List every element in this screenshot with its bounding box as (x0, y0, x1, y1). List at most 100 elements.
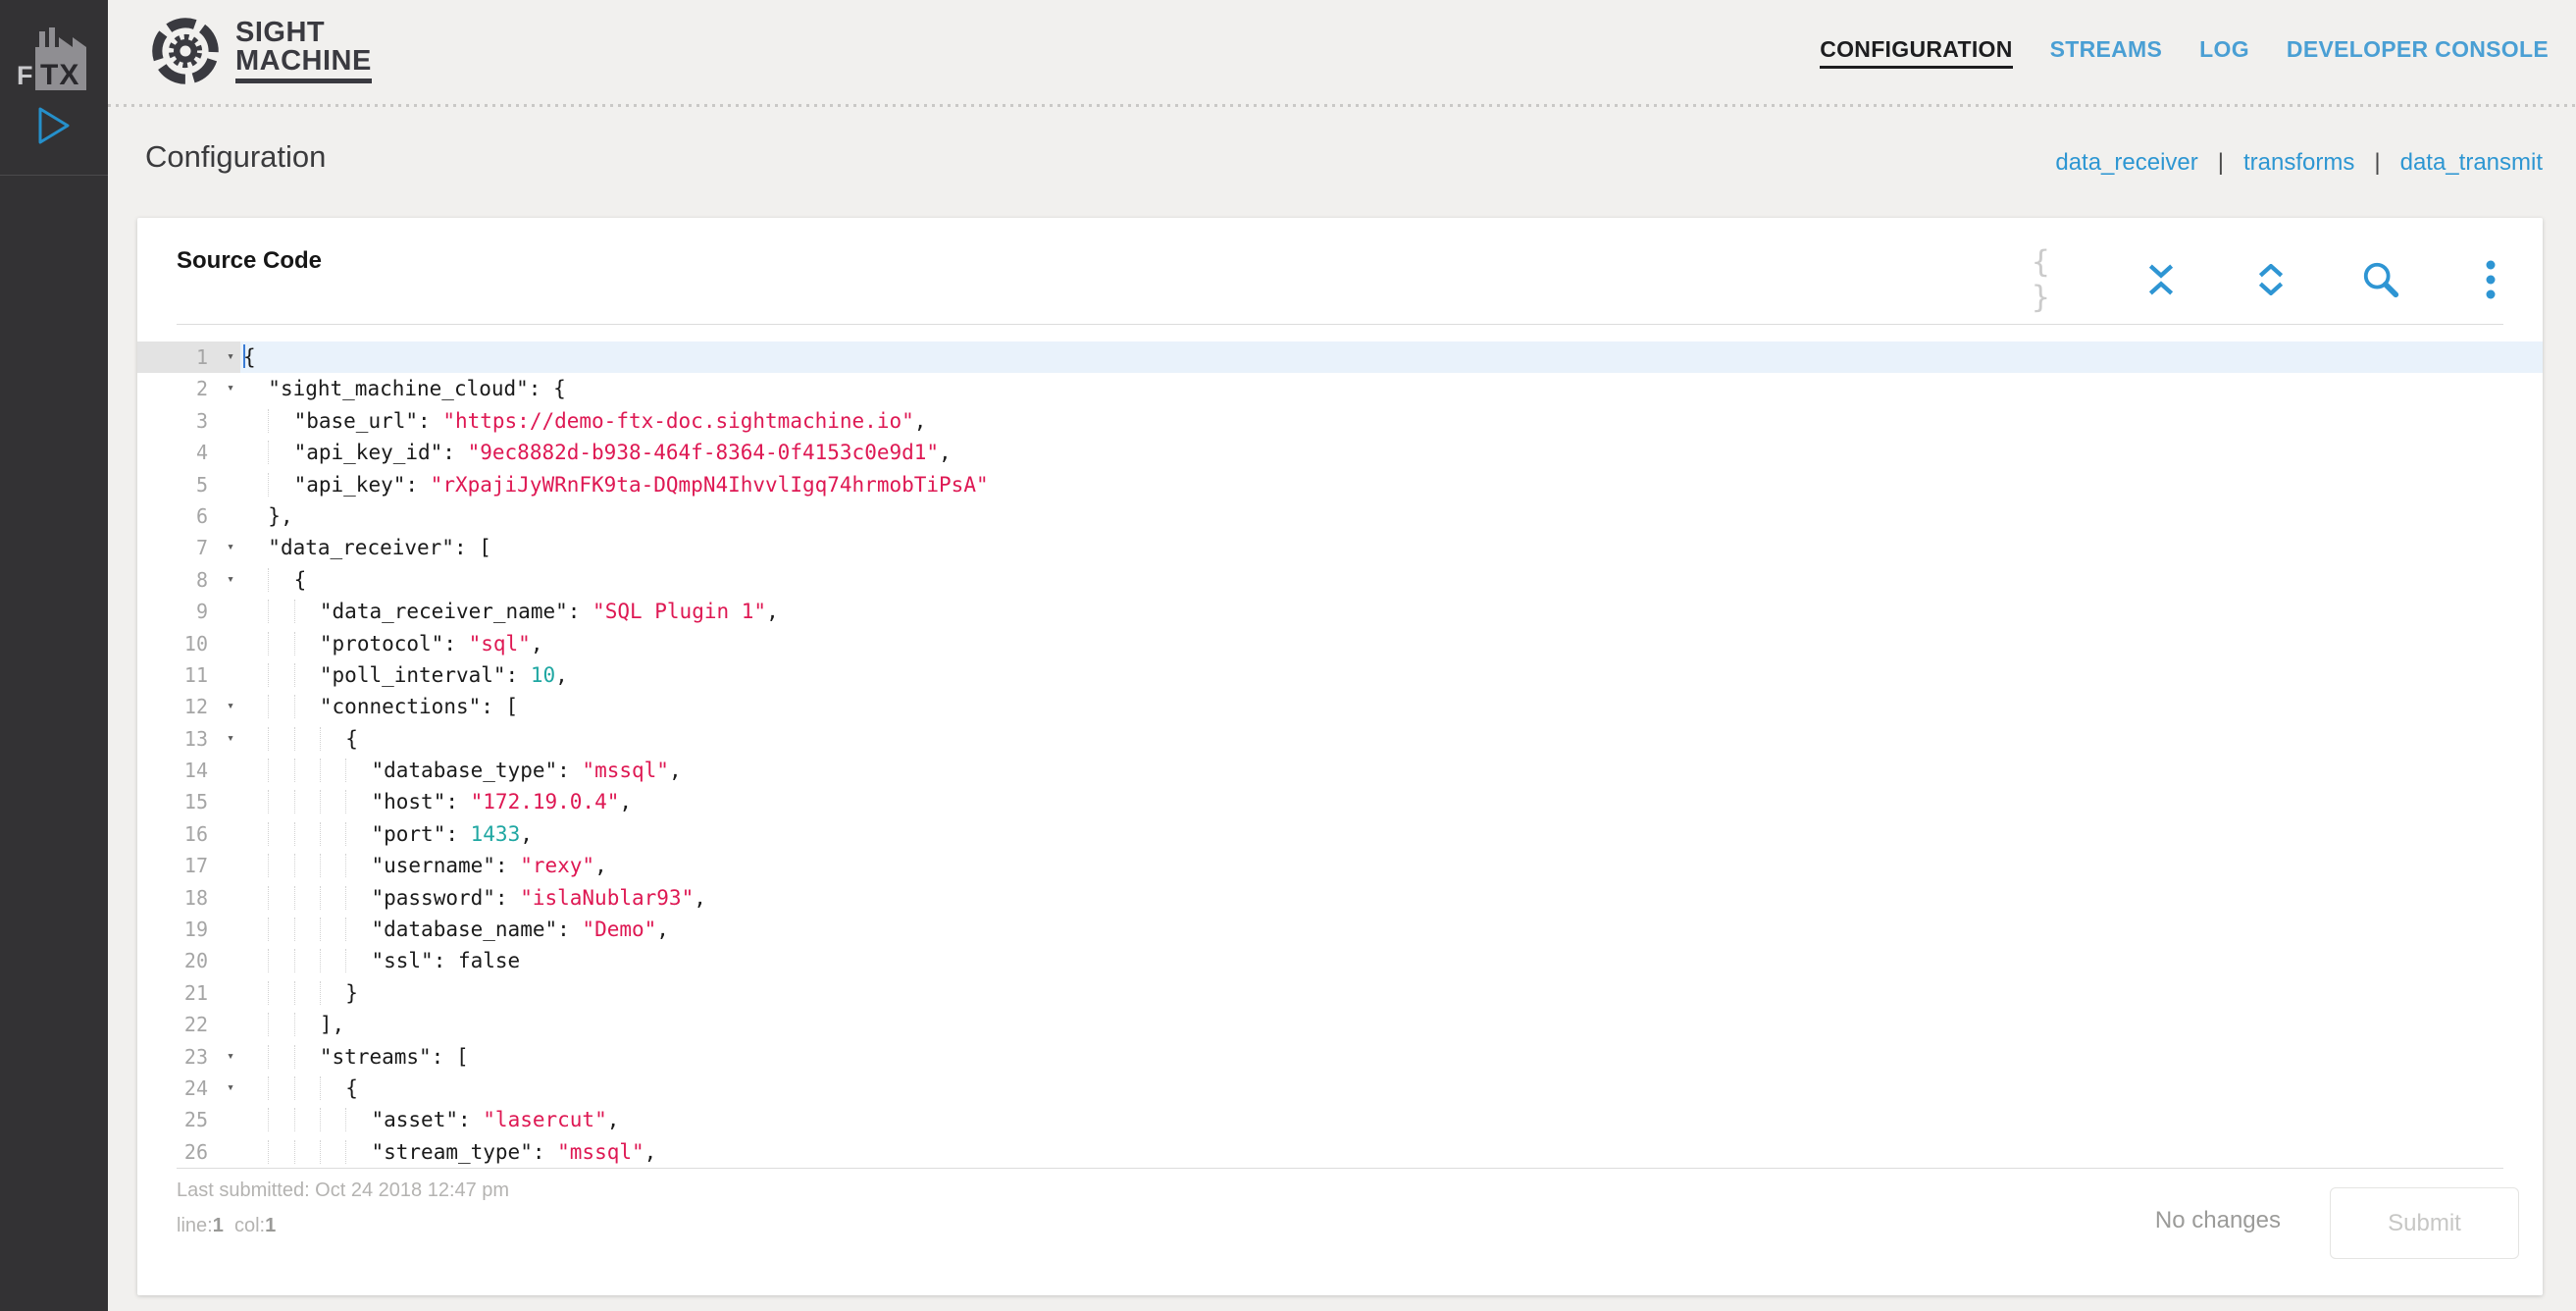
nav-developer-console[interactable]: DEVELOPER CONSOLE (2287, 36, 2549, 69)
source-code-panel: Source Code { } (137, 218, 2543, 1295)
code-line-3[interactable]: 3 "base_url": "https://demo-ftx-doc.sigh… (137, 405, 2543, 437)
json-string: "rXpajiJyWRnFK9ta-DQmpN4IhvvlIgq74hrmobT… (431, 473, 989, 497)
fold-toggle-icon[interactable]: ▾ (227, 723, 234, 755)
code-text: "password": "islaNublar93", (240, 882, 2543, 914)
indent-guide (268, 886, 293, 910)
indent-guide (268, 1076, 293, 1100)
code-line-6[interactable]: 6 }, (137, 500, 2543, 532)
format-braces-icon[interactable]: { } (2032, 260, 2071, 299)
indent-guide (345, 918, 371, 941)
col-label: col: (234, 1215, 265, 1236)
json-number: 1433 (471, 822, 521, 846)
code-text: { (240, 723, 2543, 755)
code-line-23[interactable]: 23▾ "streams": [ (137, 1041, 2543, 1073)
col-value: 1 (265, 1215, 276, 1236)
ftx-logo[interactable]: F TX (0, 14, 108, 92)
code-line-18[interactable]: 18 "password": "islaNublar93", (137, 882, 2543, 914)
json-string: "SQL Plugin 1" (592, 600, 766, 623)
json-text: "sight_machine_cloud": { (268, 377, 565, 400)
indent-guide (294, 1140, 320, 1164)
indent-guide (320, 886, 345, 910)
indent-guide (268, 663, 293, 687)
code-line-10[interactable]: 10 "protocol": "sql", (137, 628, 2543, 659)
code-text: "connections": [ (240, 691, 2543, 722)
code-text: "ssl": false (240, 945, 2543, 976)
line-number: 5 (137, 469, 240, 500)
indent-guide (345, 854, 371, 877)
indent-guide (294, 759, 320, 782)
header-dotted-divider (108, 104, 2576, 107)
code-line-5[interactable]: 5 "api_key": "rXpajiJyWRnFK9ta-DQmpN4Ihv… (137, 469, 2543, 500)
last-submitted-text: Last submitted: Oct 24 2018 12:47 pm (177, 1180, 509, 1202)
link-transforms[interactable]: transforms (2243, 149, 2354, 177)
json-text: , (766, 600, 779, 623)
indent-guide (268, 854, 293, 877)
play-icon[interactable] (37, 106, 71, 145)
code-editor[interactable]: 1▾{2▾ "sight_machine_cloud": {3 "base_ur… (137, 341, 2543, 1168)
indent-guide (294, 886, 320, 910)
code-line-19[interactable]: 19 "database_name": "Demo", (137, 914, 2543, 945)
code-line-22[interactable]: 22 ], (137, 1009, 2543, 1040)
fold-toggle-icon[interactable]: ▾ (227, 691, 234, 722)
indent-guide (294, 822, 320, 846)
fold-toggle-icon[interactable]: ▾ (227, 1041, 234, 1073)
code-line-17[interactable]: 17 "username": "rexy", (137, 850, 2543, 881)
indent-guide (320, 949, 345, 972)
indent-guide (320, 918, 345, 941)
json-string: "sql" (469, 632, 531, 656)
code-line-7[interactable]: 7▾ "data_receiver": [ (137, 532, 2543, 563)
json-number: 10 (531, 663, 555, 687)
more-menu-icon[interactable] (2471, 260, 2510, 299)
indent-guide (320, 727, 345, 751)
line-number: 16 (137, 818, 240, 850)
code-line-16[interactable]: 16 "port": 1433, (137, 818, 2543, 850)
json-text: "base_url": (294, 409, 443, 433)
link-data-receiver[interactable]: data_receiver (2055, 149, 2197, 177)
nav-configuration[interactable]: CONFIGURATION (1820, 36, 2012, 69)
sight-machine-logo[interactable]: SIGHT MACHINE (149, 15, 372, 87)
fold-toggle-icon[interactable]: ▾ (227, 341, 234, 373)
code-line-26[interactable]: 26 "stream_type": "mssql", (137, 1136, 2543, 1168)
code-line-12[interactable]: 12▾ "connections": [ (137, 691, 2543, 722)
indent-guide (345, 949, 371, 972)
code-line-13[interactable]: 13▾ { (137, 723, 2543, 755)
code-line-14[interactable]: 14 "database_type": "mssql", (137, 755, 2543, 786)
collapse-all-icon[interactable] (2141, 260, 2181, 299)
code-line-8[interactable]: 8▾ { (137, 564, 2543, 596)
line-number: 12▾ (137, 691, 240, 722)
fold-toggle-icon[interactable]: ▾ (227, 532, 234, 563)
link-data-transmit[interactable]: data_transmit (2400, 149, 2543, 177)
page-title: Configuration (145, 139, 326, 175)
nav-log[interactable]: LOG (2199, 36, 2249, 69)
json-string: "islaNublar93" (520, 886, 694, 910)
code-line-9[interactable]: 9 "data_receiver_name": "SQL Plugin 1", (137, 596, 2543, 627)
indent-guide (268, 473, 293, 497)
json-text: } (345, 981, 358, 1005)
link-separator: | (2374, 149, 2380, 177)
code-text: "data_receiver_name": "SQL Plugin 1", (240, 596, 2543, 627)
panel-header-divider (177, 324, 2503, 325)
code-line-24[interactable]: 24▾ { (137, 1073, 2543, 1104)
indent-guide (268, 1045, 293, 1069)
fold-toggle-icon[interactable]: ▾ (227, 564, 234, 596)
code-text: "sight_machine_cloud": { (240, 373, 2543, 404)
fold-toggle-icon[interactable]: ▾ (227, 1073, 234, 1104)
section-links: data_receiver | transforms | data_transm… (2055, 149, 2543, 177)
code-line-1[interactable]: 1▾{ (137, 341, 2543, 373)
indent-guide (345, 822, 371, 846)
code-line-11[interactable]: 11 "poll_interval": 10, (137, 659, 2543, 691)
expand-all-icon[interactable] (2251, 260, 2291, 299)
code-line-4[interactable]: 4 "api_key_id": "9ec8882d-b938-464f-8364… (137, 437, 2543, 468)
search-icon[interactable] (2361, 260, 2400, 299)
code-line-21[interactable]: 21 } (137, 977, 2543, 1009)
code-line-20[interactable]: 20 "ssl": false (137, 945, 2543, 976)
code-line-25[interactable]: 25 "asset": "lasercut", (137, 1104, 2543, 1135)
json-string: "rexy" (520, 854, 594, 877)
nav-streams[interactable]: STREAMS (2050, 36, 2163, 69)
code-line-15[interactable]: 15 "host": "172.19.0.4", (137, 786, 2543, 817)
submit-button[interactable]: Submit (2330, 1187, 2519, 1259)
code-line-2[interactable]: 2▾ "sight_machine_cloud": { (137, 373, 2543, 404)
fold-toggle-icon[interactable]: ▾ (227, 373, 234, 404)
line-number: 14 (137, 755, 240, 786)
indent-guide (294, 1108, 320, 1131)
